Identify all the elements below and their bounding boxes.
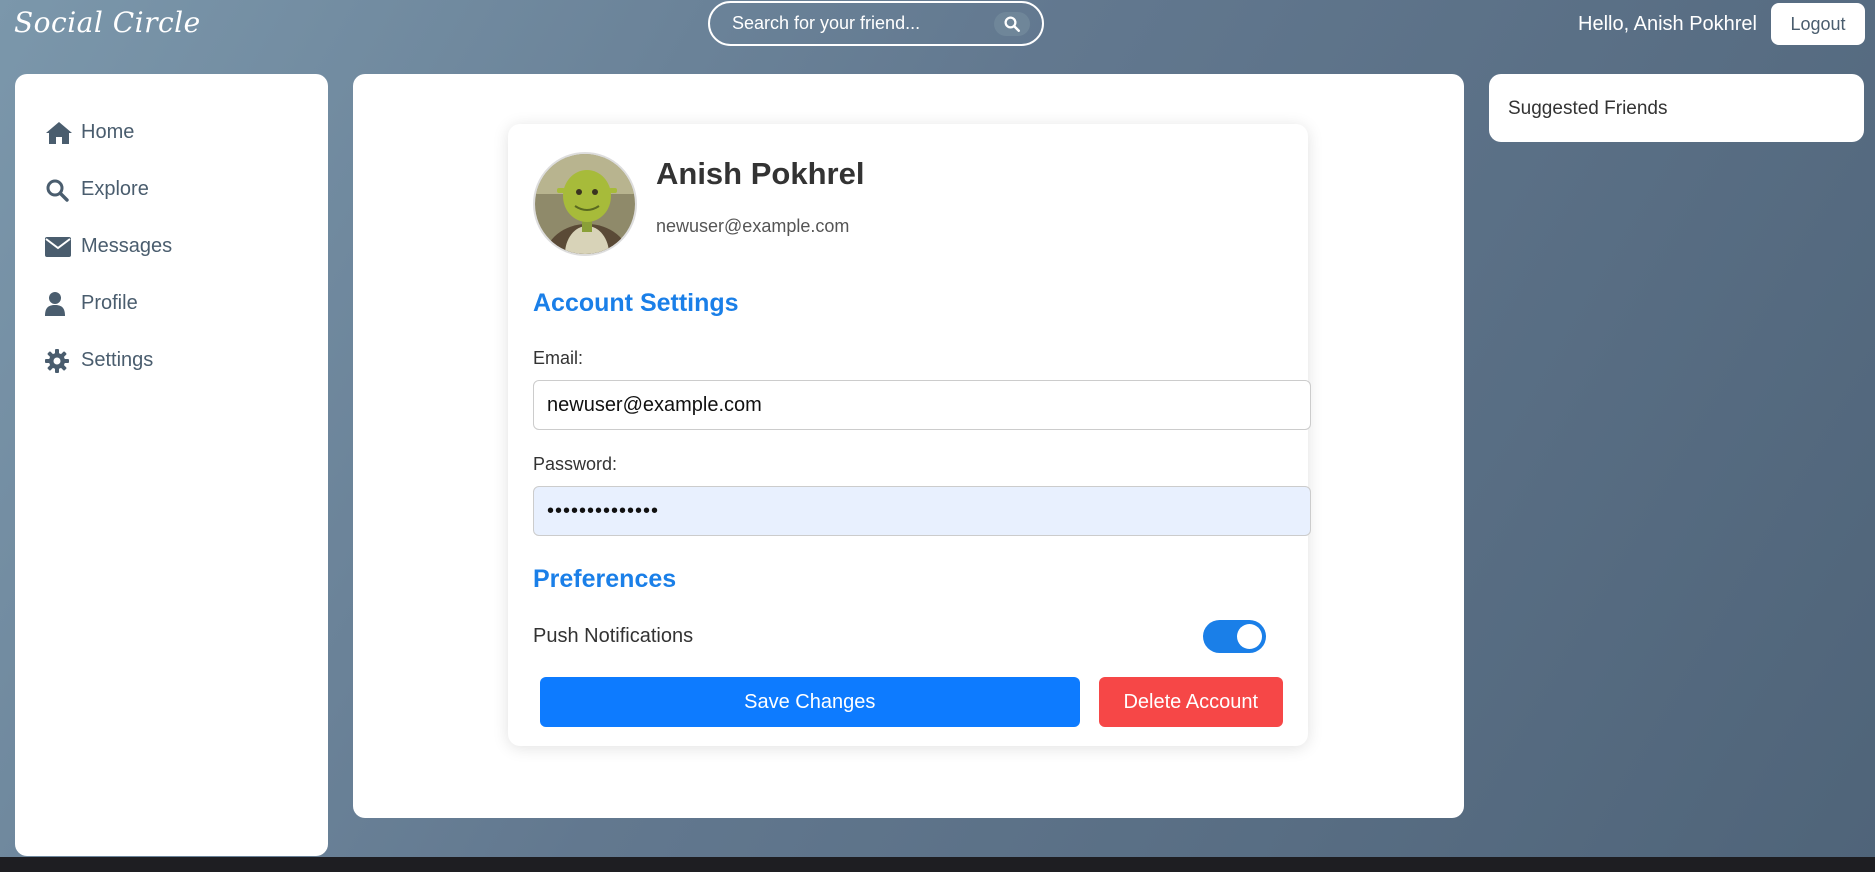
main-panel: Anish Pokhrel newuser@example.com Accoun… [353, 74, 1464, 818]
push-notifications-label: Push Notifications [533, 625, 694, 647]
toggle-knob [1237, 624, 1262, 649]
profile-header: Anish Pokhrel newuser@example.com [533, 152, 1283, 256]
sidebar-item-explore[interactable]: Explore [15, 161, 328, 218]
email-field[interactable] [533, 380, 1311, 430]
settings-card: Anish Pokhrel newuser@example.com Accoun… [508, 124, 1311, 746]
email-label: Email: [533, 348, 584, 368]
gear-icon [45, 348, 69, 373]
profile-name: Anish Pokhrel [656, 156, 865, 191]
logout-button[interactable]: Logout [1771, 3, 1865, 45]
password-field[interactable] [533, 486, 1311, 536]
sidebar-item-messages[interactable]: Messages [15, 218, 328, 275]
taskbar [0, 857, 1875, 872]
search-input[interactable] [732, 13, 994, 34]
password-label: Password: [533, 454, 618, 474]
profile-email: newuser@example.com [656, 216, 850, 236]
suggested-friends-title: Suggested Friends [1508, 98, 1668, 119]
search-button[interactable] [994, 11, 1030, 36]
sidebar: Home Explore Messages Profile Settings [15, 74, 328, 856]
delete-account-button[interactable]: Delete Account [1098, 677, 1283, 727]
save-changes-button[interactable]: Save Changes [540, 677, 1080, 727]
user-greeting: Hello, Anish Pokhrel [1578, 13, 1757, 35]
user-icon [45, 291, 65, 316]
home-icon [46, 121, 72, 144]
search-icon [46, 179, 69, 202]
sidebar-item-label: Settings [81, 349, 154, 371]
sidebar-item-profile[interactable]: Profile [15, 275, 328, 332]
push-notifications-toggle[interactable] [1203, 620, 1266, 653]
sidebar-item-settings[interactable]: Settings [15, 332, 328, 389]
brand-logo[interactable]: Social Circle [14, 6, 201, 39]
sidebar-item-home[interactable]: Home [15, 104, 328, 161]
envelope-icon [45, 236, 71, 257]
sidebar-item-label: Home [81, 121, 135, 143]
sidebar-item-label: Explore [81, 178, 149, 200]
avatar [533, 152, 637, 256]
suggested-friends-panel: Suggested Friends [1489, 74, 1864, 142]
preferences-heading: Preferences [533, 565, 677, 593]
account-settings-heading: Account Settings [533, 289, 739, 317]
search-bar [708, 1, 1044, 46]
sidebar-item-label: Messages [81, 235, 173, 257]
sidebar-item-label: Profile [81, 292, 138, 314]
action-buttons: Save Changes Delete Account [533, 677, 1283, 727]
search-icon [1004, 16, 1020, 32]
push-notifications-row: Push Notifications [533, 620, 1283, 653]
